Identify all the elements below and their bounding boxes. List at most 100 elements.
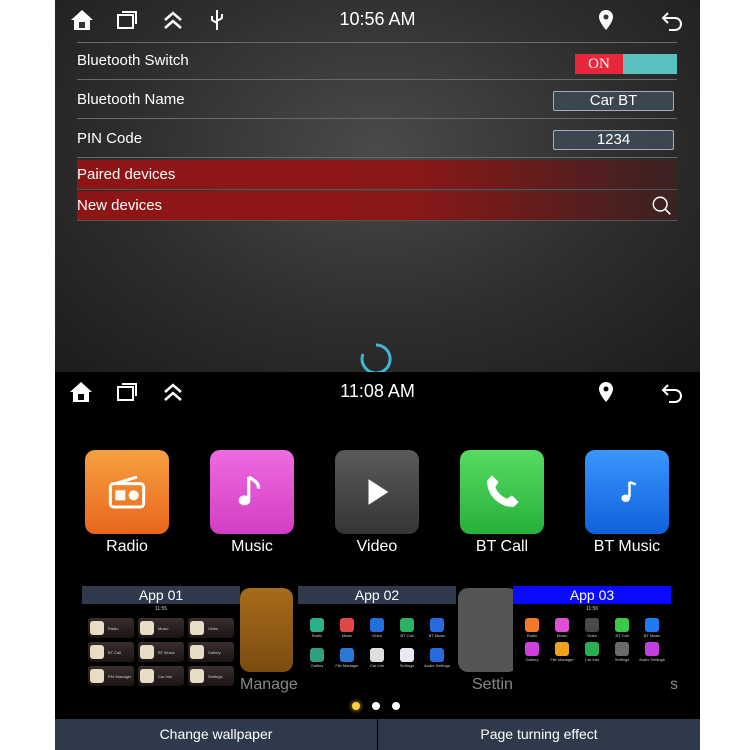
thumbnail-title: App 01 xyxy=(82,586,240,604)
background-app-label: s xyxy=(670,676,678,693)
thumbnail-app-label: File Manager xyxy=(335,663,359,668)
app-bt-music[interactable]: BT Music xyxy=(585,450,669,556)
change-wallpaper-button[interactable]: Change wallpaper xyxy=(55,719,377,750)
page-dot[interactable] xyxy=(392,702,400,710)
app-label: Radio xyxy=(106,538,148,555)
phone-icon xyxy=(460,450,544,534)
location-icon[interactable] xyxy=(594,380,618,404)
page-dot-active[interactable] xyxy=(352,702,360,710)
thumbnail-app-icon xyxy=(585,618,599,632)
thumbnail-title: App 03 xyxy=(513,586,671,604)
app-bt-call[interactable]: BT Call xyxy=(460,450,544,556)
back-icon[interactable] xyxy=(660,380,684,404)
toggle-knob xyxy=(623,54,677,74)
thumbnail-time: 11:55 xyxy=(154,606,168,612)
thumbnail-grid: Radio Music Video BT Call BT Music Gallery Fil… xyxy=(88,618,234,686)
thumbnail-time: 11:56 xyxy=(585,606,599,612)
bluetooth-toggle[interactable]: ON xyxy=(575,54,677,74)
toggle-label: ON xyxy=(575,54,623,74)
thumbnail-app: Settings xyxy=(394,648,420,668)
thumbnail-app-icon xyxy=(310,618,324,632)
search-icon[interactable] xyxy=(651,195,673,217)
page-turning-effect-button[interactable]: Page turning effect xyxy=(378,719,700,750)
app-label: BT Music xyxy=(593,538,661,555)
thumbnail-app-label: Video xyxy=(371,633,383,638)
thumbnail-app: Music xyxy=(334,618,360,638)
thumbnail-app-icon xyxy=(90,620,104,635)
thumbnail-app-icon xyxy=(555,618,569,632)
thumbnail-grid: Radio Music Video BT Call BT Music Gallery Fil… xyxy=(304,618,450,668)
wallpaper-thumbnail-app-03[interactable]: App 03 11:56 Radio Music Video BT Call BT Mu… xyxy=(513,586,671,701)
background-app-label: Settin xyxy=(472,676,513,693)
thumbnail-app-label: File Manager xyxy=(108,673,132,679)
page-dot[interactable] xyxy=(372,702,380,710)
thumbnail-app: File Manager xyxy=(88,666,134,686)
thumbnail-app: Gallery xyxy=(188,642,234,662)
thumbnail-app-icon xyxy=(555,642,569,656)
thumbnail-app-label: Settings xyxy=(208,673,223,679)
section-label: New devices xyxy=(77,197,163,214)
thumbnail-app-icon xyxy=(400,618,414,632)
thumbnail-app-icon xyxy=(190,620,204,635)
bluetooth-switch-row: Bluetooth Switch ON xyxy=(77,42,677,80)
thumbnail-app-label: BT Call xyxy=(400,633,414,638)
thumbnail-app: Car Info xyxy=(364,648,390,668)
thumbnail-app-icon xyxy=(615,642,629,656)
thumbnail-app-label: BT Music xyxy=(428,633,446,638)
back-icon[interactable] xyxy=(660,8,684,32)
thumbnail-app-label: Audio Settings xyxy=(639,657,665,662)
thumbnail-app: BT Music xyxy=(424,618,450,638)
thumbnail-app-icon xyxy=(140,644,154,659)
thumbnail-app: Radio xyxy=(519,618,545,638)
thumbnail-app-label: Settings xyxy=(614,657,630,662)
thumbnail-app-icon xyxy=(370,648,384,662)
app-video[interactable]: Video xyxy=(335,450,419,556)
thumbnail-app: File Manager xyxy=(334,648,360,668)
setting-label: PIN Code xyxy=(77,130,143,147)
thumbnail-app-label: BT Call xyxy=(108,649,122,655)
thumbnail-app: BT Call xyxy=(609,618,635,638)
thumbnail-app-label: Gallery xyxy=(310,663,324,668)
thumbnail-preview: 11:56 Radio Music Video BT Call BT Music Gall… xyxy=(513,604,671,700)
thumbnail-app-icon xyxy=(645,618,659,632)
thumbnail-app: Video xyxy=(188,618,234,638)
thumbnail-app-icon xyxy=(340,648,354,662)
thumbnail-app-icon xyxy=(615,618,629,632)
app-music[interactable]: Music xyxy=(210,450,294,556)
thumbnail-app-label: Car Info xyxy=(158,673,173,679)
bluetooth-name-field[interactable]: Car BT xyxy=(553,91,674,111)
thumbnail-app: Gallery xyxy=(519,642,545,662)
app-label: BT Call xyxy=(475,538,529,555)
play-icon xyxy=(335,450,419,534)
app-radio[interactable]: Radio xyxy=(85,450,169,556)
wallpaper-thumbnail-app-01[interactable]: App 01 11:55 Radio Music Video BT Call BT Mu… xyxy=(82,586,240,701)
wallpaper-thumbnail-app-02[interactable]: App 02 Radio Music Video BT Call BT Music Gal… xyxy=(298,586,456,701)
thumbnail-app-icon xyxy=(90,644,104,659)
file-manager-icon xyxy=(240,588,293,672)
thumbnail-app-icon xyxy=(430,648,444,662)
new-devices-header[interactable]: New devices xyxy=(77,191,677,221)
setting-label: Bluetooth Switch xyxy=(77,52,189,69)
thumbnail-app-icon xyxy=(430,618,444,632)
thumbnail-app-icon xyxy=(140,620,154,635)
thumbnail-app: Video xyxy=(364,618,390,638)
status-bar: 11:08 AM xyxy=(55,372,700,412)
thumbnail-app-label: BT Music xyxy=(158,649,175,655)
app-label: Music xyxy=(231,538,273,555)
thumbnail-app-icon xyxy=(370,618,384,632)
thumbnail-app-icon xyxy=(190,668,204,683)
thumbnail-app-icon xyxy=(140,668,154,683)
pin-code-field[interactable]: 1234 xyxy=(553,130,674,150)
thumbnail-app-icon xyxy=(400,648,414,662)
thumbnail-preview: Radio Music Video BT Call BT Music Gallery Fil… xyxy=(298,604,456,700)
thumbnail-app: BT Call xyxy=(394,618,420,638)
launcher-screen: 11:08 AM Radio Music Video BT Call BT Mu… xyxy=(55,372,700,750)
music-note-icon xyxy=(210,450,294,534)
thumbnail-app-icon xyxy=(190,644,204,659)
thumbnail-app-label: BT Call xyxy=(615,633,629,638)
thumbnail-app: Video xyxy=(579,618,605,638)
thumbnail-app: Settings xyxy=(188,666,234,686)
location-icon[interactable] xyxy=(594,8,618,32)
radio-icon xyxy=(85,450,169,534)
paired-devices-header[interactable]: Paired devices xyxy=(77,160,677,190)
